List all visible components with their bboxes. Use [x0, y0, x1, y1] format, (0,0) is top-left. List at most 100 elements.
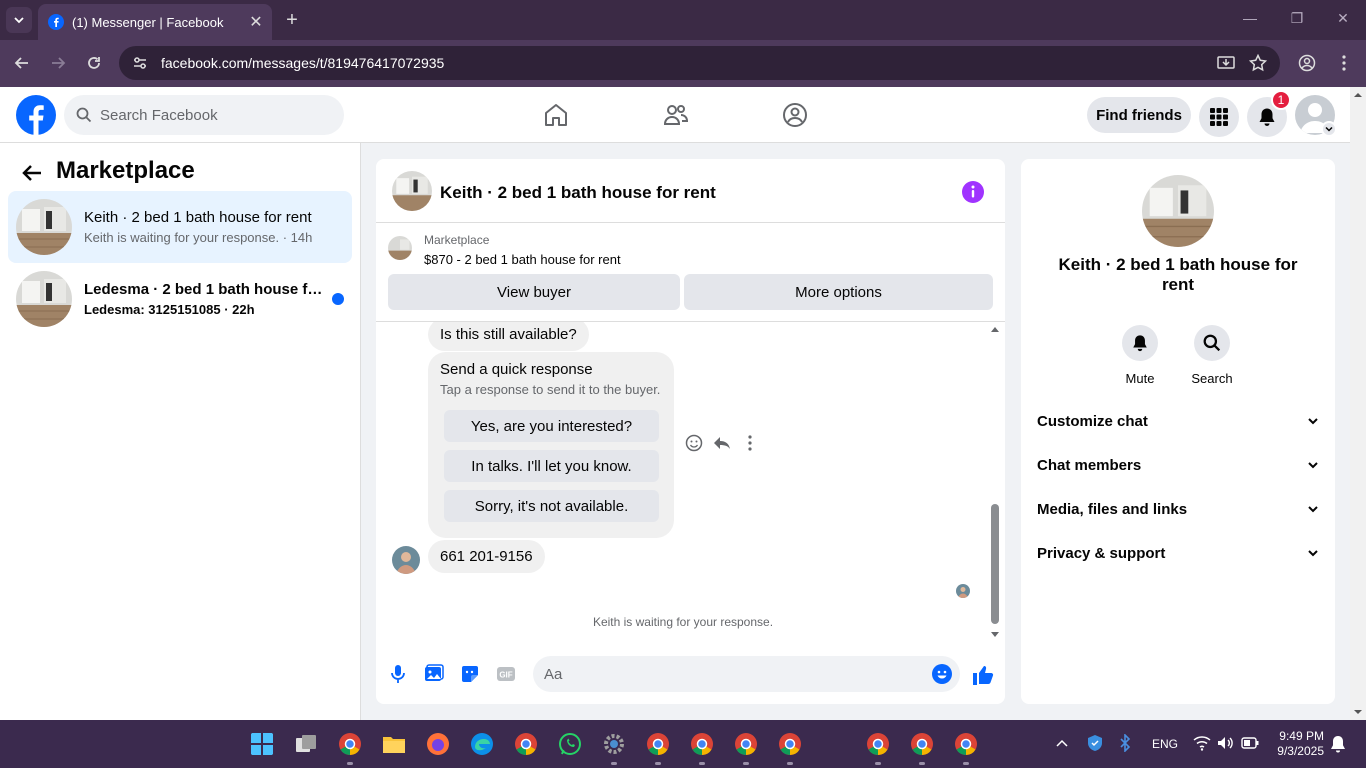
message-list: Is this still available? Send a quick re…: [376, 322, 1005, 640]
listing-thumbnail: [388, 236, 412, 260]
scroll-up-icon[interactable]: [1350, 87, 1366, 103]
search-conversation-button[interactable]: Search: [1182, 325, 1242, 386]
url-field[interactable]: facebook.com/messages/t/819476417072935: [119, 46, 1280, 80]
profile-icon[interactable]: [1297, 53, 1317, 73]
react-emoji-icon[interactable]: [685, 434, 703, 452]
battery-icon[interactable]: [1241, 736, 1259, 750]
listing-category: Marketplace: [424, 233, 490, 247]
settings-gear-icon[interactable]: [602, 732, 626, 756]
security-shield-icon[interactable]: [1086, 734, 1104, 752]
minimize-icon[interactable]: —: [1240, 10, 1260, 30]
quick-response-option[interactable]: Yes, are you interested?: [444, 410, 659, 442]
scroll-down-icon[interactable]: [1350, 704, 1366, 720]
wifi-icon[interactable]: [1193, 735, 1211, 751]
search-input[interactable]: Search Facebook: [64, 95, 344, 135]
section-label: Customize chat: [1037, 412, 1148, 430]
clock[interactable]: 9:49 PM 9/3/2025: [1274, 729, 1324, 759]
quick-response-option[interactable]: Sorry, it's not available.: [444, 490, 659, 522]
media-files-section[interactable]: Media, files and links: [1037, 495, 1319, 523]
search-icon: [1203, 334, 1221, 352]
chevron-down-icon[interactable]: [1321, 121, 1337, 137]
listing-card: Marketplace $870 - 2 bed 1 bath house fo…: [376, 224, 1005, 322]
file-explorer-icon[interactable]: [382, 732, 406, 756]
listing-avatar: [1142, 175, 1214, 247]
home-icon[interactable]: [540, 99, 572, 131]
find-friends-button[interactable]: Find friends: [1087, 97, 1191, 133]
friends-icon[interactable]: [660, 99, 692, 131]
chevron-down-icon: [1308, 506, 1318, 513]
browser-menu-icon[interactable]: [1334, 53, 1354, 73]
chrome-profile-icon[interactable]: [646, 732, 670, 756]
page-scrollbar[interactable]: [1350, 87, 1366, 720]
new-tab-icon[interactable]: +: [282, 10, 302, 30]
chrome-icon[interactable]: [514, 732, 538, 756]
reply-icon[interactable]: [713, 434, 731, 452]
message-composer: GIF Aa: [376, 640, 1005, 704]
task-view-icon[interactable]: [294, 732, 318, 756]
site-info-icon[interactable]: [131, 54, 149, 72]
back-arrow-icon[interactable]: [20, 161, 44, 185]
gif-icon[interactable]: GIF: [496, 664, 516, 684]
chrome-profile-icon[interactable]: [734, 732, 758, 756]
chrome-profile-icon[interactable]: [866, 732, 890, 756]
scrollbar-thumb[interactable]: [991, 504, 999, 624]
conversation-item[interactable]: Ledesma · 2 bed 1 bath house fo... Ledes…: [8, 263, 352, 335]
chat-avatar[interactable]: [392, 171, 432, 211]
reload-icon[interactable]: [84, 53, 104, 73]
facebook-logo-icon[interactable]: [16, 95, 56, 135]
browser-tab[interactable]: (1) Messenger | Facebook ✕: [38, 4, 272, 40]
chevron-up-icon[interactable]: [1055, 737, 1069, 751]
volume-icon[interactable]: [1217, 735, 1235, 751]
customize-chat-section[interactable]: Customize chat: [1037, 407, 1319, 435]
forward-icon[interactable]: [48, 53, 68, 73]
running-indicator: [743, 762, 749, 765]
firefox-icon[interactable]: [426, 732, 450, 756]
photo-icon[interactable]: [424, 664, 444, 684]
scroll-down-icon[interactable]: [988, 630, 1002, 640]
tab-search-button[interactable]: [6, 7, 32, 33]
language-indicator[interactable]: ENG: [1152, 737, 1178, 751]
notification-bell-icon[interactable]: [1330, 735, 1346, 753]
back-icon[interactable]: [12, 53, 32, 73]
close-tab-icon[interactable]: ✕: [246, 12, 266, 32]
emoji-icon[interactable]: [932, 664, 952, 684]
thumbs-up-icon[interactable]: [972, 664, 994, 686]
chat-members-section[interactable]: Chat members: [1037, 451, 1319, 479]
microphone-icon[interactable]: [388, 664, 408, 684]
chrome-profile-icon[interactable]: [778, 732, 802, 756]
whatsapp-icon[interactable]: [558, 732, 582, 756]
address-bar: facebook.com/messages/t/819476417072935: [0, 40, 1366, 87]
quick-response-option[interactable]: In talks. I'll let you know.: [444, 450, 659, 482]
notification-badge: 1: [1271, 90, 1291, 110]
install-app-icon[interactable]: [1216, 53, 1236, 73]
menu-grid-icon[interactable]: [1199, 97, 1239, 137]
message-input[interactable]: Aa: [533, 656, 960, 692]
chrome-icon[interactable]: [338, 732, 362, 756]
view-buyer-button[interactable]: View buyer: [388, 274, 680, 310]
conversation-item[interactable]: Keith · 2 bed 1 bath house for rent Keit…: [8, 191, 352, 263]
chrome-profile-icon[interactable]: [910, 732, 934, 756]
sticker-icon[interactable]: [460, 664, 480, 684]
info-icon[interactable]: [962, 181, 984, 203]
seen-indicator-avatar: [956, 584, 970, 598]
bluetooth-icon[interactable]: [1118, 734, 1132, 752]
chrome-profile-icon[interactable]: [954, 732, 978, 756]
chat-title[interactable]: Keith · 2 bed 1 bath house for rent: [440, 183, 716, 203]
more-options-button[interactable]: More options: [684, 274, 993, 310]
scroll-up-icon[interactable]: [988, 324, 1002, 334]
windows-start-icon[interactable]: [250, 732, 274, 756]
chrome-profile-icon[interactable]: [690, 732, 714, 756]
listing-thumbnail: [16, 271, 72, 327]
bookmark-star-icon[interactable]: [1248, 53, 1268, 73]
chat-details-panel: Keith · 2 bed 1 bath house for rent Mute…: [1021, 159, 1335, 704]
running-indicator: [699, 762, 705, 765]
groups-icon[interactable]: [779, 99, 811, 131]
edge-icon[interactable]: [470, 732, 494, 756]
sender-avatar[interactable]: [392, 546, 420, 574]
more-actions-icon[interactable]: [741, 434, 759, 452]
close-window-icon[interactable]: ✕: [1333, 10, 1353, 30]
maximize-icon[interactable]: ❐: [1287, 10, 1307, 30]
privacy-support-section[interactable]: Privacy & support: [1037, 539, 1319, 567]
message-scrollbar[interactable]: [988, 322, 1002, 640]
mute-button[interactable]: Mute: [1110, 325, 1170, 386]
